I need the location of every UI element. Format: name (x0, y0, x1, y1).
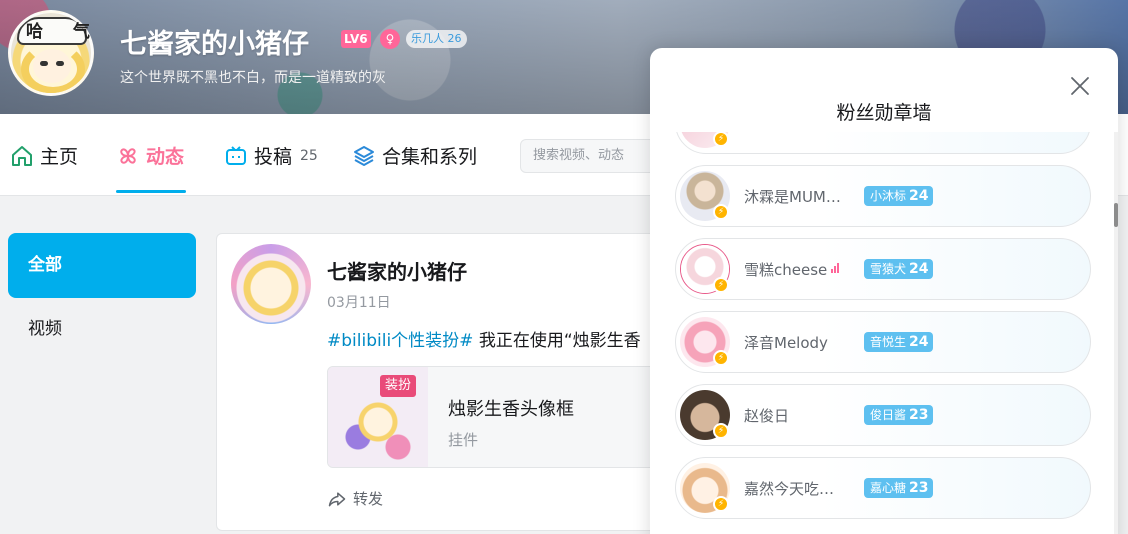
medal-level: 23 (909, 480, 929, 496)
fan-name-text: 雪糕cheese (744, 261, 828, 279)
decoration-tag: 装扮 (380, 375, 417, 397)
filter-all[interactable]: 全部 (8, 233, 196, 298)
tab-home-label: 主页 (40, 146, 79, 168)
pinwheel-icon (120, 147, 136, 164)
avatar-eye (40, 61, 48, 66)
medal-level: 24 (909, 334, 929, 350)
close-button[interactable] (1069, 75, 1091, 97)
feed-body-text: 我正在使用“烛影生香 (473, 331, 641, 351)
topic-tag-link[interactable]: #bilibili个性装扮# (327, 331, 473, 351)
forward-button[interactable]: 转发 (327, 488, 383, 509)
fan-name: 赵俊日 (744, 407, 790, 425)
tab-dynamic[interactable]: 动态 (116, 142, 184, 169)
feed-avatar[interactable] (231, 244, 311, 324)
layers-icon (354, 145, 374, 166)
list-item[interactable]: ⚡ 沐霖是MUM… 小沐标 24 (675, 165, 1091, 227)
list-item[interactable]: ⚡ 泽音Melody 音悦生 24 (675, 311, 1091, 373)
tab-home[interactable]: 主页 (10, 142, 78, 169)
medal-badge: 嘉心糖 23 (864, 478, 933, 498)
tv-icon (226, 145, 246, 165)
list-item[interactable]: ⚡ 嘉然今天吃… 嘉心糖 23 (675, 457, 1091, 519)
fans-medal-badge[interactable]: 乐几人 26 (406, 30, 467, 48)
share-icon (328, 491, 346, 506)
tab-upload[interactable]: 投稿 25 (224, 142, 318, 169)
level-badge: LV6 (341, 30, 371, 48)
lightning-icon: ⚡ (713, 132, 729, 147)
modal-title: 粉丝勋章墙 (836, 102, 932, 124)
medal-name: 雪猿犬 (870, 262, 907, 276)
home-icon (12, 145, 32, 166)
avatar-text: 哈 气 (26, 22, 102, 42)
medal-level: 24 (909, 261, 929, 277)
list-item[interactable]: ⚡ 雪糕cheese 雪猿犬 24 (675, 238, 1091, 300)
lightning-icon: ⚡ (713, 277, 729, 293)
medal-badge: 雪猿犬 24 (864, 259, 933, 279)
medal-badge: 俊日酱 23 (864, 405, 933, 425)
signature: 这个世界既不黑也不白，而是一道精致的灰 (120, 70, 386, 86)
gender-icon: ♀ (380, 29, 400, 49)
medal-badge: 音悦生 24 (864, 332, 933, 352)
close-icon (1071, 77, 1089, 95)
username: 七酱家的小猪仔 (120, 29, 309, 60)
scrollbar-track[interactable] (1114, 132, 1118, 534)
lightning-icon: ⚡ (713, 204, 729, 220)
fan-name: 沐霖是MUM… (744, 188, 841, 206)
tab-dynamic-label: 动态 (146, 146, 185, 168)
medal-list[interactable]: ⚡ ⚡ 沐霖是MUM… 小沐标 24 ⚡ 雪糕cheese 雪猿犬 24 ⚡ 泽音M… (650, 132, 1118, 534)
active-tab-indicator (116, 190, 186, 193)
fan-name: 雪糕cheese (744, 259, 840, 280)
medal-name: 俊日酱 (870, 408, 907, 422)
feed-author-name[interactable]: 七酱家的小猪仔 (327, 256, 467, 285)
lightning-icon: ⚡ (713, 350, 729, 366)
scrollbar-thumb[interactable] (1114, 203, 1118, 227)
tab-collection-label: 合集和系列 (382, 146, 478, 168)
medal-level: 23 (909, 407, 929, 423)
fan-medal-wall-modal: 粉丝勋章墙 ⚡ ⚡ 沐霖是MUM… 小沐标 24 ⚡ 雪糕cheese 雪猿犬 24… (650, 48, 1118, 534)
decoration-subtitle: 挂件 (448, 431, 479, 449)
medal-level: 24 (909, 188, 929, 204)
feed-date: 03月11日 (327, 295, 391, 311)
list-item[interactable]: ⚡ (675, 132, 1091, 154)
dynamic-filter-menu: 全部 视频 (8, 233, 196, 349)
lightning-icon: ⚡ (713, 496, 729, 512)
tab-collection[interactable]: 合集和系列 (352, 142, 477, 169)
live-signal-icon (831, 259, 840, 277)
medal-name: 嘉心糖 (870, 481, 907, 495)
decoration-title: 烛影生香头像框 (448, 399, 574, 420)
tab-upload-label: 投稿 (254, 146, 293, 168)
medal-badge: 小沐标 24 (864, 186, 933, 206)
medal-name: 小沐标 (870, 189, 907, 203)
fan-name: 泽音Melody (744, 334, 828, 352)
avatar-face (33, 49, 71, 83)
filter-video[interactable]: 视频 (8, 309, 196, 349)
avatar-eye (56, 61, 64, 66)
forward-label: 转发 (353, 490, 384, 508)
fan-name: 嘉然今天吃… (744, 480, 835, 498)
medal-name: 音悦生 (870, 335, 907, 349)
list-item[interactable]: ⚡ 赵俊日 俊日酱 23 (675, 384, 1091, 446)
lightning-icon: ⚡ (713, 423, 729, 439)
upload-count: 25 (300, 147, 318, 164)
feed-text: #bilibili个性装扮# 我正在使用“烛影生香 (327, 326, 641, 351)
